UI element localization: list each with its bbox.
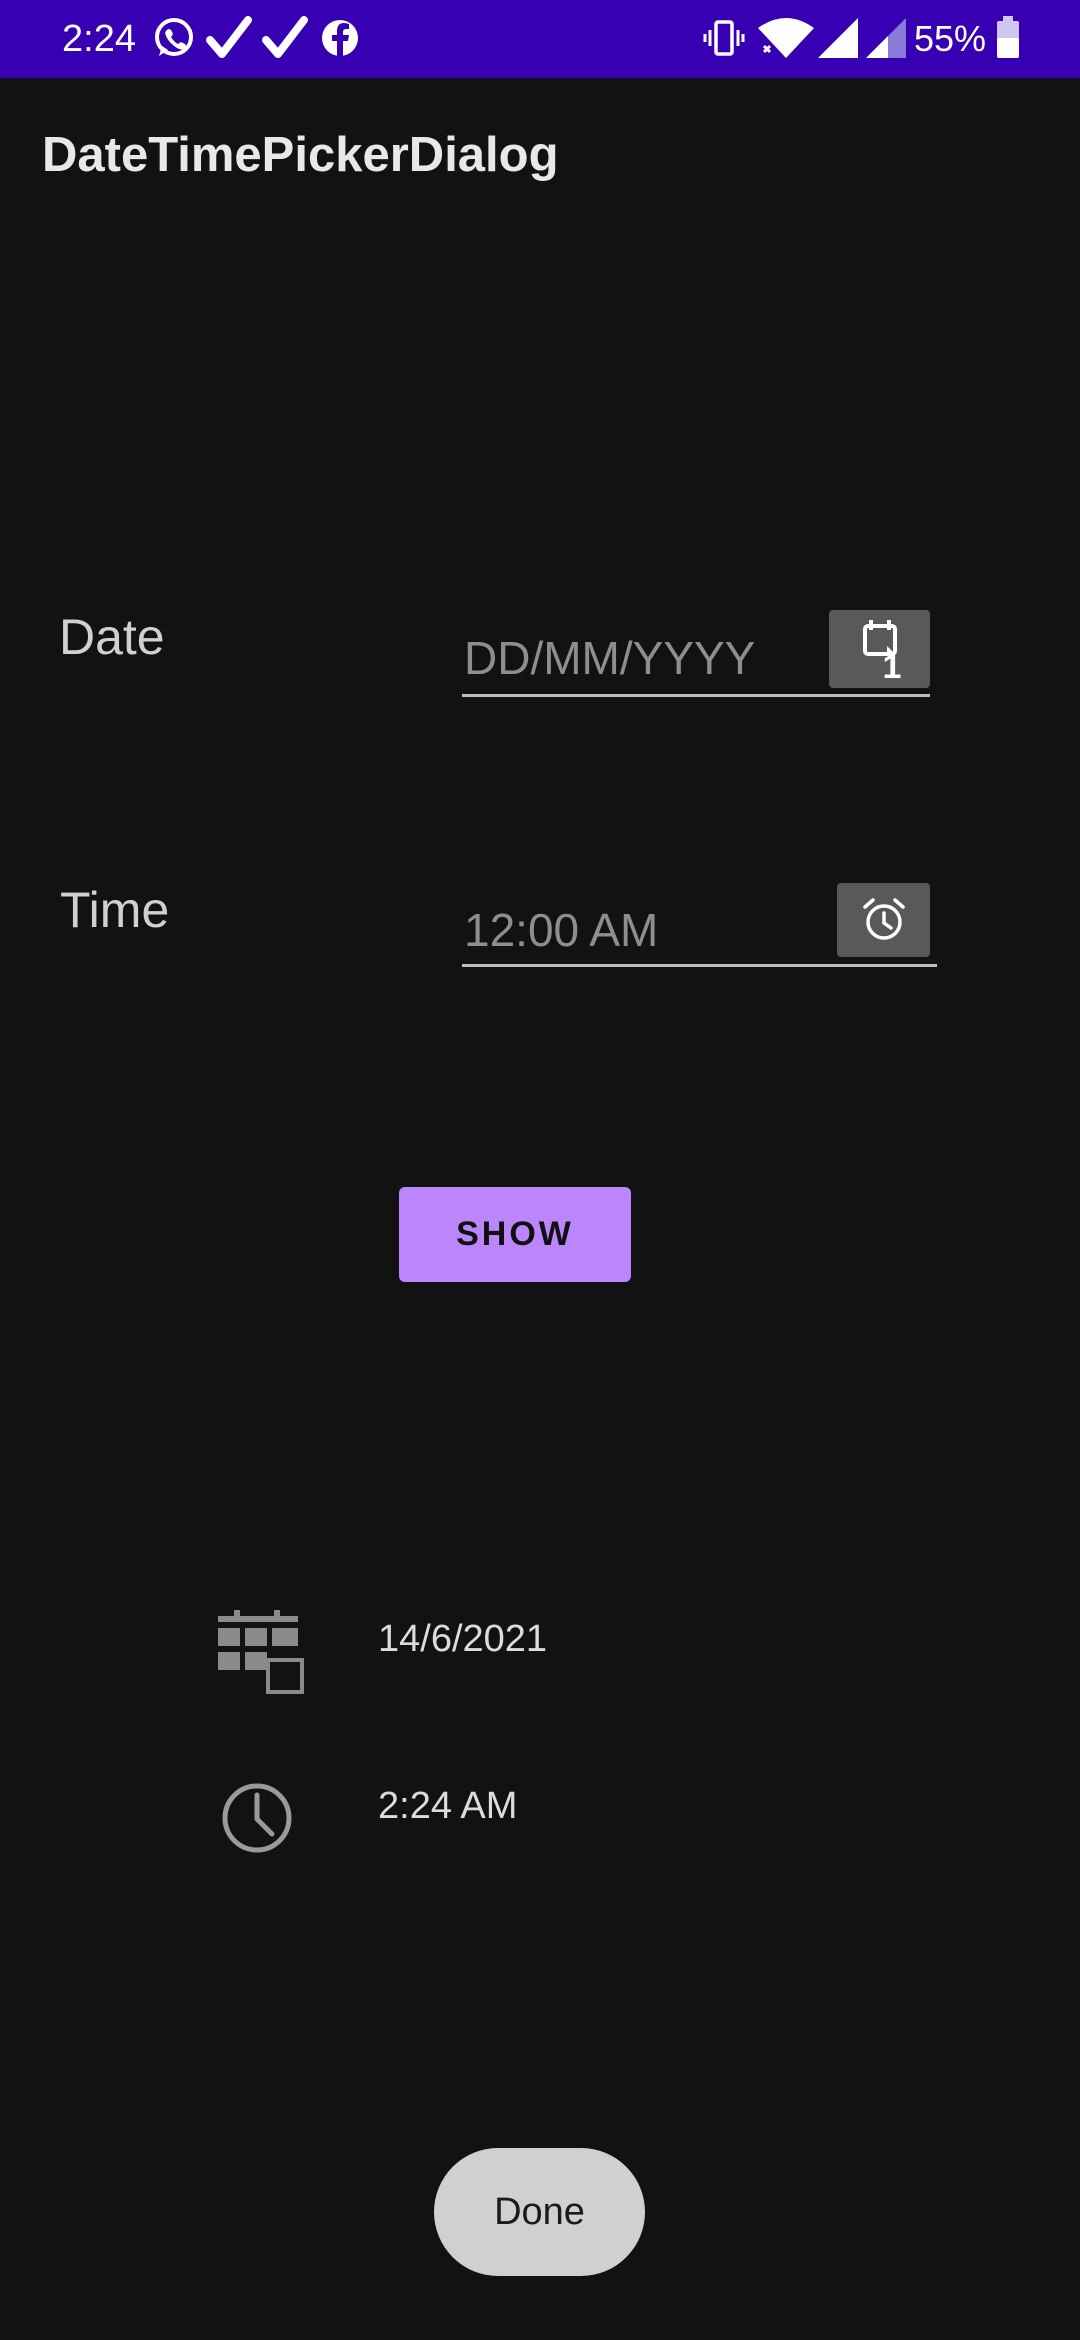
show-button[interactable]: SHOW	[399, 1187, 631, 1282]
date-picker-button[interactable]: 1	[829, 610, 930, 688]
signal-icon	[818, 18, 858, 58]
time-field-value: 12:00 AM	[464, 904, 659, 956]
page-title: DateTimePickerDialog	[42, 128, 559, 182]
whatsapp-icon	[155, 18, 193, 56]
battery-icon	[997, 16, 1019, 58]
clock-icon	[222, 1783, 292, 1853]
svg-text:1: 1	[882, 648, 901, 684]
battery-percent: 55%	[914, 18, 987, 59]
calendar-grid-icon	[218, 1610, 304, 1694]
check-icon	[262, 16, 308, 58]
date-label: Date	[59, 609, 165, 665]
selected-date-value: 14/6/2021	[378, 1618, 548, 1660]
time-label: Time	[60, 882, 170, 938]
status-bar: 2:24 55%	[0, 0, 1080, 78]
signal-icon	[866, 18, 906, 58]
facebook-icon	[322, 20, 358, 56]
time-picker-button[interactable]	[837, 883, 930, 957]
alarm-clock-icon	[862, 898, 905, 940]
wifi-icon	[758, 18, 814, 58]
done-button[interactable]: Done	[434, 2148, 645, 2276]
check-icon	[206, 16, 252, 58]
date-field-placeholder: DD/MM/YYYY	[464, 632, 756, 684]
status-time: 2:24	[62, 18, 136, 60]
calendar-icon: 1	[862, 620, 901, 684]
vibrate-icon	[703, 20, 745, 56]
selected-time-value: 2:24 AM	[378, 1785, 518, 1827]
screen: 2:24 55% DateTimePickerDialog Date DD/MM…	[0, 0, 1080, 2340]
